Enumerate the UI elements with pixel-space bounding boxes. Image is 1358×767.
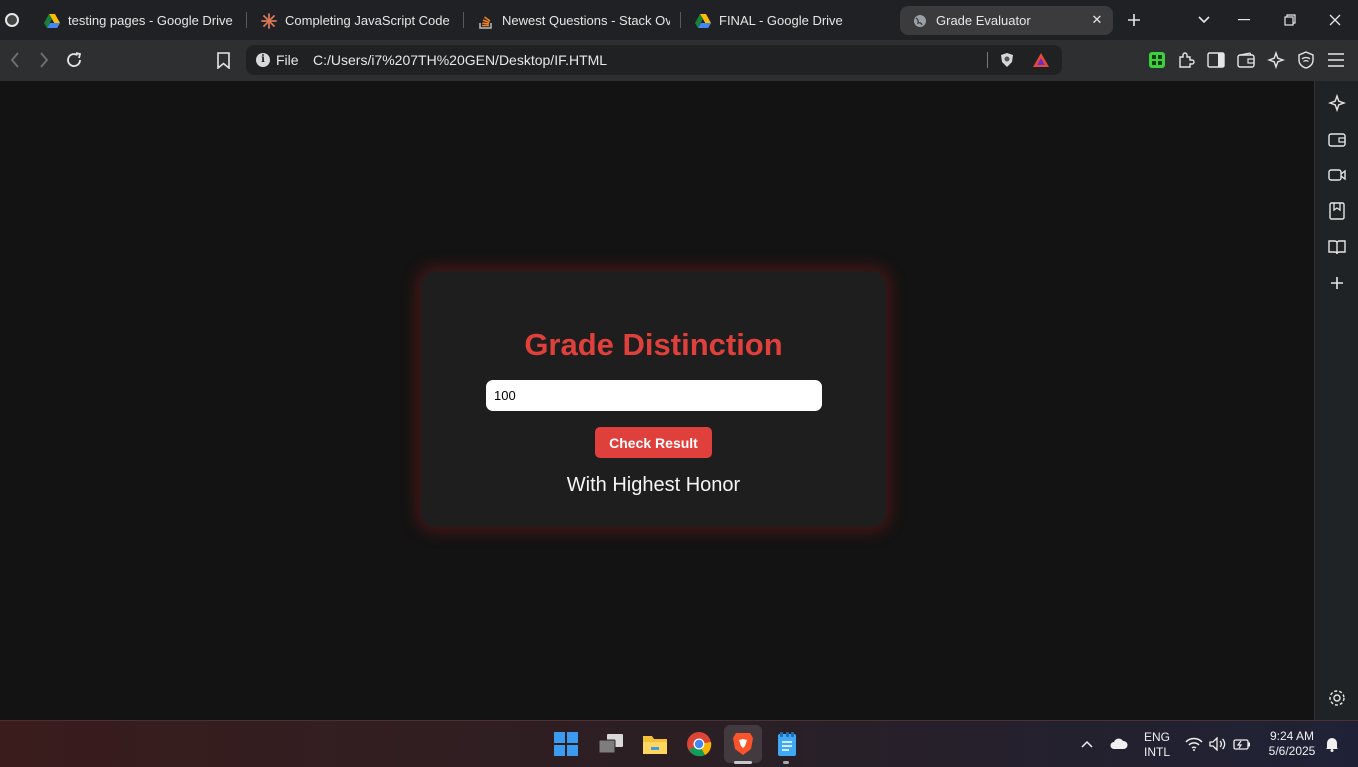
brave-browser-icon[interactable]	[724, 725, 762, 763]
tab-separator	[680, 12, 681, 28]
wallet-icon[interactable]	[1327, 129, 1347, 149]
restore-icon[interactable]	[1278, 8, 1302, 32]
address-bar[interactable]: i File C:/Users/i7%207TH%20GEN/Desktop/I…	[246, 45, 1062, 75]
tab-search-chevron-icon[interactable]	[1192, 8, 1216, 32]
chrome-icon[interactable]	[685, 730, 713, 758]
volume-icon[interactable]	[1209, 735, 1227, 753]
sidebar-toggle-icon[interactable]	[1206, 50, 1226, 70]
minimize-icon[interactable]	[1232, 8, 1256, 32]
brave-shields-icon[interactable]	[999, 52, 1015, 68]
check-result-button[interactable]: Check Result	[595, 427, 712, 458]
leo-ai-icon[interactable]	[1327, 93, 1347, 113]
grade-input[interactable]	[486, 380, 822, 411]
tab-title: FINAL - Google Drive	[719, 13, 843, 28]
page-viewport: Grade Distinction Check Result With High…	[0, 81, 1314, 720]
tab-title: Newest Questions - Stack Overf	[502, 13, 670, 28]
file-explorer-icon[interactable]	[641, 730, 669, 758]
extensions-puzzle-icon[interactable]	[1176, 50, 1196, 70]
globe-icon	[912, 13, 928, 29]
tab-final-drive[interactable]: FINAL - Google Drive	[695, 6, 887, 35]
google-drive-icon	[44, 13, 60, 29]
running-app-indicator	[783, 761, 789, 764]
tab-separator	[463, 12, 464, 28]
close-tab-icon[interactable]: ✕	[1089, 12, 1105, 28]
notification-bell-icon[interactable]	[1323, 735, 1341, 753]
tab-separator	[246, 12, 247, 28]
clock-date: 5/6/2025	[1268, 744, 1316, 758]
language-label: ENG	[1143, 730, 1170, 744]
tab-completing-javascript[interactable]: Completing JavaScript Code for	[261, 6, 453, 35]
notepad-icon[interactable]	[773, 730, 801, 758]
google-drive-icon	[695, 13, 711, 29]
wallet-icon[interactable]	[1236, 50, 1256, 70]
show-hidden-icons-chevron-icon[interactable]	[1078, 735, 1096, 753]
settings-gear-icon[interactable]	[1327, 688, 1347, 708]
windows-start-icon[interactable]	[552, 730, 580, 758]
browser-menu-icon[interactable]	[0, 6, 24, 34]
grade-card: Grade Distinction Check Result With High…	[421, 271, 886, 527]
page-title: Grade Distinction	[524, 327, 783, 362]
brave-rewards-icon[interactable]	[1033, 52, 1049, 68]
tab-testing-pages[interactable]: testing pages - Google Drive	[44, 6, 240, 35]
tab-newest-questions[interactable]: Newest Questions - Stack Overf	[478, 6, 670, 35]
side-panel	[1314, 81, 1358, 720]
talk-video-icon[interactable]	[1327, 165, 1347, 185]
tab-title: testing pages - Google Drive	[68, 13, 233, 28]
reading-list-icon[interactable]	[1327, 237, 1347, 257]
forward-icon[interactable]	[32, 48, 56, 72]
battery-icon[interactable]	[1233, 735, 1251, 753]
hamburger-menu-icon[interactable]	[1326, 50, 1346, 70]
input-language-indicator[interactable]: ENG INTL	[1140, 730, 1174, 760]
result-text: With Highest Honor	[566, 474, 741, 496]
tab-strip: testing pages - Google Drive Completing …	[0, 0, 1358, 40]
reload-icon[interactable]	[62, 48, 86, 72]
new-tab-icon[interactable]	[1122, 8, 1146, 32]
claude-icon	[261, 12, 277, 29]
url-scheme-label: File	[276, 52, 299, 68]
bookmark-icon[interactable]	[211, 48, 235, 72]
info-icon[interactable]: i	[256, 53, 270, 67]
onedrive-cloud-icon[interactable]	[1110, 735, 1128, 753]
wifi-icon[interactable]	[1185, 735, 1203, 753]
url-divider	[987, 52, 988, 68]
browser-toolbar: i File C:/Users/i7%207TH%20GEN/Desktop/I…	[0, 40, 1358, 81]
leo-ai-icon[interactable]	[1266, 50, 1286, 70]
task-view-icon[interactable]	[597, 730, 625, 758]
windows-taskbar: ENG INTL 9:24 AM 5/6/2025	[0, 720, 1358, 767]
clock-time: 9:24 AM	[1269, 729, 1315, 743]
vpn-shield-icon[interactable]	[1296, 50, 1316, 70]
active-app-indicator	[734, 761, 752, 764]
stackoverflow-icon	[478, 13, 494, 29]
tab-grade-evaluator[interactable]: Grade Evaluator ✕	[900, 6, 1113, 35]
add-panel-icon[interactable]	[1327, 273, 1347, 293]
keyboard-layout-label: INTL	[1143, 745, 1170, 759]
url-text[interactable]: C:/Users/i7%207TH%20GEN/Desktop/IF.HTML	[313, 52, 607, 68]
close-window-icon[interactable]	[1323, 8, 1347, 32]
clock[interactable]: 9:24 AM 5/6/2025	[1262, 729, 1322, 759]
tab-title: Grade Evaluator	[936, 13, 1031, 28]
back-icon[interactable]	[3, 48, 27, 72]
extension-green-icon[interactable]	[1147, 50, 1167, 70]
bookmarks-icon[interactable]	[1327, 201, 1347, 221]
tab-title: Completing JavaScript Code for	[285, 13, 453, 28]
